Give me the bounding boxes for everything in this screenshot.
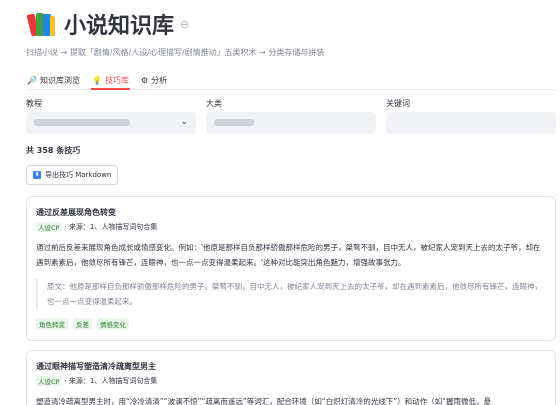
card-source: · 来源：1、人物描写词句合集: [64, 223, 158, 231]
redacted-value: [34, 119, 130, 126]
category-tag: 人设CP: [36, 222, 62, 232]
tag-chip: 情感变化: [97, 318, 129, 330]
books-icon: [26, 10, 56, 38]
card-meta: 人设CP · 来源：1、人物描写词句合集: [36, 376, 546, 386]
tab-label: 分析: [151, 76, 168, 85]
tab-analysis[interactable]: ⚙ 分析: [140, 72, 168, 89]
page-subtitle: 扫描小说 → 提取「剧情/风格/人设/心理描写/剧情推动」五类积木 → 分类存储…: [26, 48, 325, 57]
technique-card: 通过反差展现角色转变 人设CP · 来源：1、人物描写词句合集 通过前后反差来展…: [26, 196, 556, 341]
page-title: 小说知识库: [64, 14, 175, 39]
magnifier-icon: 🔎: [27, 76, 37, 85]
lightbulb-icon: 💡: [91, 75, 102, 85]
gear-icon: ⚙: [140, 76, 149, 85]
anchor-link-icon[interactable]: ⊖: [180, 18, 189, 31]
card-description: 通过前后反差来展现角色成长或情感变化。例如：'他原是那样自负那样骄傲那样危险的男…: [36, 243, 541, 267]
result-count: 共 358 条技巧: [26, 146, 81, 155]
download-icon: ⬇: [33, 171, 41, 179]
export-button-label: 导出技巧 Markdown: [45, 171, 112, 179]
keyword-label: 关键词: [386, 99, 410, 108]
card-title: 通过眼神描写塑造清冷疏离型男主: [36, 362, 156, 371]
technique-card: 通过眼神描写塑造清冷疏离型男主 人设CP · 来源：1、人物描写词句合集 塑造清…: [26, 350, 556, 405]
tag-chip: 反差: [73, 318, 92, 330]
tutorial-select[interactable]: ⌄: [26, 112, 196, 134]
tag-list: 角色转变 反差 情感变化: [36, 318, 546, 330]
redacted-value: [214, 119, 254, 126]
card-quote: 原文：他原是那样自负那样骄傲那样危险的男子。桀骜不驯，目中无人，被纪家人宠到天上…: [36, 279, 546, 309]
page-header: 小说知识库 ⊖: [26, 8, 189, 40]
tutorial-label: 教程: [26, 99, 42, 108]
tab-label: 知识库浏览: [39, 76, 80, 85]
chevron-down-icon: ⌄: [180, 117, 188, 127]
category-select[interactable]: [206, 112, 376, 134]
tab-label: 技巧库: [104, 75, 129, 85]
export-markdown-button[interactable]: ⬇ 导出技巧 Markdown: [26, 165, 119, 185]
category-label: 大类: [206, 99, 222, 108]
tab-knowledge-browse[interactable]: 🔎 知识库浏览: [26, 72, 81, 89]
tag-chip: 角色转变: [36, 318, 68, 330]
card-description: 塑造清冷疏离型男主时，用“冷冷清清”“波澜不惊”“疏离而遥远”等词汇，配合环境（…: [36, 397, 491, 405]
card-meta: 人设CP · 来源：1、人物描写词句合集: [36, 222, 546, 232]
card-source: · 来源：1、人物描写词句合集: [64, 377, 158, 385]
category-tag: 人设CP: [36, 376, 62, 386]
tab-technique-library[interactable]: 💡 技巧库: [90, 72, 130, 90]
tab-bar: 🔎 知识库浏览 💡 技巧库 ⚙ 分析: [26, 72, 556, 90]
card-title: 通过反差展现角色转变: [36, 208, 116, 217]
keyword-input[interactable]: [386, 112, 556, 134]
